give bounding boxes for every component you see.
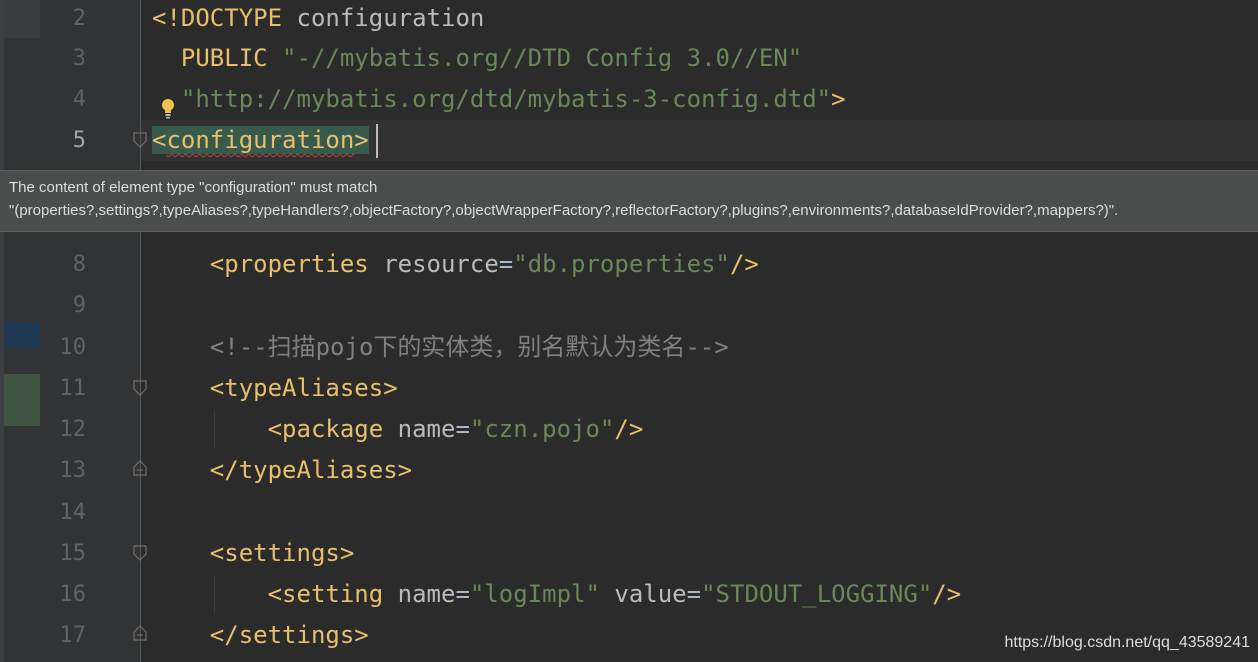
code-token: "czn.pojo" [469, 415, 615, 443]
code-token: resource [383, 250, 499, 278]
code-token: <package [152, 415, 398, 443]
code-token: "db.properties" [513, 250, 730, 278]
code-token: /> [614, 415, 644, 443]
line-number: 3 [72, 46, 86, 71]
line-number: 10 [59, 335, 87, 360]
line-number: 4 [72, 87, 86, 112]
lightbulb-icon[interactable] [160, 98, 176, 120]
fold-icon[interactable] [132, 380, 148, 396]
change-marker [4, 0, 40, 38]
code-token: <typeAliases> [152, 374, 398, 402]
code-line[interactable]: PUBLIC "-//mybatis.org//DTD Config 3.0//… [152, 38, 802, 79]
tooltip-message: The content of element type "configurati… [9, 179, 378, 196]
code-line[interactable]: </settings> [152, 615, 369, 656]
code-token: "STDOUT_LOGGING" [701, 580, 933, 608]
gutter-separator [140, 0, 141, 662]
code-token: configuration [166, 126, 355, 154]
code-token: name [397, 415, 456, 443]
code-token: <settings> [152, 539, 355, 567]
fold-icon[interactable] [132, 460, 148, 476]
code-line[interactable]: </typeAliases> [152, 450, 412, 491]
line-number: 17 [59, 623, 87, 648]
code-token: </settings> [152, 621, 369, 649]
code-token: /> [932, 580, 962, 608]
code-token: > [831, 85, 846, 113]
fold-icon[interactable] [132, 545, 148, 561]
code-token: "http://mybatis.org/dtd/mybatis-3-config… [152, 85, 832, 113]
code-editor[interactable]: 2 3 4 5 8 9 10 11 12 13 14 15 16 17 <!DO… [0, 0, 1258, 662]
line-number: 16 [59, 582, 87, 607]
code-token: <setting [152, 580, 398, 608]
code-token: <!--扫描pojo下的实体类，别名默认为类名--> [152, 333, 729, 361]
code-line[interactable]: <!DOCTYPE configuration [152, 0, 484, 39]
change-marker [4, 374, 40, 426]
code-line[interactable]: "http://mybatis.org/dtd/mybatis-3-config… [152, 79, 846, 120]
code-token: "logImpl" [469, 580, 600, 608]
line-number: 8 [72, 252, 86, 277]
code-token: = [455, 580, 470, 608]
code-token: name [397, 580, 456, 608]
code-token: < [152, 126, 167, 154]
line-number: 2 [72, 6, 86, 31]
watermark: https://blog.csdn.net/qq_43589241 [1004, 634, 1250, 651]
code-token: = [686, 580, 702, 608]
code-token: = [498, 250, 514, 278]
code-token: </typeAliases> [152, 456, 413, 484]
code-token: PUBLIC [152, 44, 283, 72]
code-line[interactable]: <package name="czn.pojo"/> [152, 409, 644, 450]
code-token: > [354, 126, 369, 154]
change-marker-strip [0, 0, 40, 662]
line-number: 5 [72, 128, 86, 153]
code-token: <!DOCTYPE [152, 4, 297, 32]
code-line[interactable]: <properties resource="db.properties"/> [152, 244, 759, 285]
code-token: = [455, 415, 470, 443]
code-token: configuration [296, 4, 485, 32]
line-number: 9 [72, 293, 86, 318]
code-line[interactable]: <configuration> [152, 120, 369, 161]
line-number: 14 [59, 500, 87, 525]
line-number: 13 [59, 458, 87, 483]
fold-icon[interactable] [132, 132, 148, 148]
code-token: <properties [152, 250, 384, 278]
code-line[interactable]: <!--扫描pojo下的实体类，别名默认为类名--> [152, 327, 729, 368]
code-line[interactable]: <settings> [152, 533, 355, 574]
error-tooltip: The content of element type "configurati… [0, 170, 1258, 232]
code-token: /> [729, 250, 759, 278]
code-line[interactable]: <setting name="logImpl" value="STDOUT_LO… [152, 574, 962, 615]
text-caret [376, 124, 378, 158]
line-number: 11 [59, 376, 87, 401]
code-token: value [599, 580, 687, 608]
change-marker [4, 322, 40, 348]
code-token: "-//mybatis.org//DTD Config 3.0//EN" [282, 44, 803, 72]
line-number: 12 [59, 417, 87, 442]
code-line[interactable]: <typeAliases> [152, 368, 398, 409]
tooltip-detail: "(properties?,settings?,typeAliases?,typ… [9, 202, 1119, 219]
fold-icon[interactable] [132, 625, 148, 641]
line-number: 15 [59, 541, 87, 566]
